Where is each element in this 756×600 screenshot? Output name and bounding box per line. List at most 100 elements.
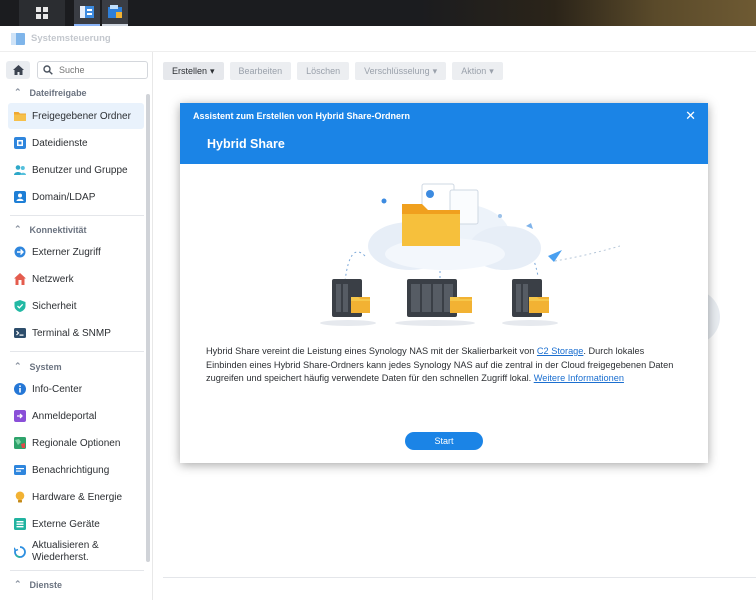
action-label: Aktion <box>461 66 487 76</box>
folder-icon <box>14 112 26 121</box>
section-label: Konnektivität <box>29 224 87 235</box>
chevron-up-icon: ⌃ <box>14 579 22 589</box>
edit-button[interactable]: Bearbeiten <box>229 62 292 80</box>
sidebar-item-info-center[interactable]: Info-Center <box>8 376 144 402</box>
control-panel-icon <box>11 32 25 45</box>
desc-text-1: Hybrid Share vereint die Leistung eines … <box>206 346 537 356</box>
sidebar-item-update-restore[interactable]: Aktualisieren & Wiederherst. <box>8 538 144 566</box>
section-label: System <box>29 361 62 372</box>
section-system[interactable]: ⌃ System <box>14 361 62 372</box>
delete-button[interactable]: Löschen <box>297 62 350 80</box>
taskbar-file-station-button[interactable] <box>102 0 128 26</box>
chevron-up-icon: ⌃ <box>14 361 22 371</box>
home-button[interactable] <box>6 61 30 79</box>
create-label: Erstellen <box>172 66 208 76</box>
file-station-icon <box>108 5 122 18</box>
control-panel-icon <box>80 6 94 18</box>
sidebar-item-regional-options[interactable]: Regionale Optionen <box>8 430 144 456</box>
divider <box>10 351 144 352</box>
search-input[interactable] <box>59 65 139 75</box>
network-icon <box>14 273 26 285</box>
hybrid-share-wizard-dialog: Assistent zum Erstellen von Hybrid Share… <box>180 103 708 463</box>
terminal-icon <box>14 328 26 338</box>
dialog-description: Hybrid Share vereint die Leistung eines … <box>206 345 686 386</box>
search-box[interactable] <box>37 61 148 79</box>
c2-storage-link[interactable]: C2 Storage <box>537 346 583 356</box>
sidebar-item-label: Anmeldeportal <box>32 410 97 422</box>
domain-icon <box>14 191 26 203</box>
sidebar-top <box>6 61 148 80</box>
divider <box>10 215 144 216</box>
chevron-up-icon: ⌃ <box>14 224 22 234</box>
edit-label: Bearbeiten <box>238 66 283 76</box>
home-icon <box>12 65 24 75</box>
sidebar-item-users-groups[interactable]: Benutzer und Gruppe <box>8 157 144 183</box>
caret-down-icon: ▾ <box>432 65 438 76</box>
sidebar-item-label: Domain/LDAP <box>32 191 96 203</box>
window-title: Systemsteuerung <box>31 33 111 44</box>
sidebar-item-file-services[interactable]: Dateidienste <box>8 130 144 156</box>
main-menu-icon <box>36 7 48 19</box>
update-icon <box>14 546 26 558</box>
sidebar-item-label: Externer Zugriff <box>32 246 101 258</box>
close-icon[interactable]: ✕ <box>685 109 696 122</box>
desktop-wallpaper <box>420 0 756 26</box>
hybrid-share-illustration <box>320 183 620 326</box>
action-button[interactable]: Aktion ▾ <box>452 62 503 80</box>
dialog-header: Assistent zum Erstellen von Hybrid Share… <box>180 103 708 164</box>
taskbar-control-panel-button[interactable] <box>74 0 100 26</box>
caret-down-icon: ▾ <box>210 65 215 76</box>
notification-icon <box>14 465 26 475</box>
sidebar-item-hardware-power[interactable]: Hardware & Energie <box>8 484 144 510</box>
region-icon <box>14 437 26 449</box>
file-services-icon <box>14 137 26 149</box>
main-menu-button[interactable] <box>19 0 65 26</box>
sidebar-item-security[interactable]: Sicherheit <box>8 293 144 319</box>
hardware-icon <box>15 491 25 503</box>
sidebar: ⌃ Dateifreigabe Freigegebener Ordner Dat… <box>0 52 153 600</box>
sidebar-item-label: Freigegebener Ordner <box>32 110 131 122</box>
sidebar-scrollbar[interactable] <box>146 94 150 562</box>
create-button[interactable]: Erstellen ▾ <box>163 62 224 80</box>
section-connectivity[interactable]: ⌃ Konnektivität <box>14 224 87 235</box>
label-line-2: Wiederherst. <box>32 552 89 563</box>
sidebar-item-label: Dateidienste <box>32 137 88 149</box>
encryption-button[interactable]: Verschlüsselung ▾ <box>355 62 447 80</box>
chevron-up-icon: ⌃ <box>14 87 22 97</box>
sidebar-item-network[interactable]: Netzwerk <box>8 266 144 292</box>
section-services[interactable]: ⌃ Dienste <box>14 579 62 590</box>
sidebar-item-label: Terminal & SNMP <box>32 327 111 339</box>
sidebar-item-label: Regionale Optionen <box>32 437 121 449</box>
external-devices-icon <box>14 518 26 530</box>
start-button[interactable]: Start <box>405 432 483 450</box>
sidebar-item-label: Externe Geräte <box>32 518 100 530</box>
sidebar-item-notification[interactable]: Benachrichtigung <box>8 457 144 483</box>
window-titlebar: Systemsteuerung <box>0 26 756 52</box>
sidebar-item-external-access[interactable]: Externer Zugriff <box>8 239 144 265</box>
label-line-1: Aktualisieren & <box>32 540 99 551</box>
sidebar-item-label: Aktualisieren & Wiederherst. <box>32 540 99 564</box>
encryption-label: Verschlüsselung <box>364 66 430 76</box>
sidebar-item-login-portal[interactable]: Anmeldeportal <box>8 403 144 429</box>
more-info-link[interactable]: Weitere Informationen <box>534 373 624 383</box>
section-file-sharing[interactable]: ⌃ Dateifreigabe <box>14 87 87 98</box>
sidebar-item-label: Sicherheit <box>32 300 77 312</box>
info-icon <box>14 383 26 395</box>
sidebar-item-external-devices[interactable]: Externe Geräte <box>8 511 144 537</box>
delete-label: Löschen <box>306 66 341 76</box>
dialog-heading: Hybrid Share <box>207 137 285 151</box>
login-portal-icon <box>14 410 26 422</box>
external-access-icon <box>14 246 26 258</box>
sidebar-item-terminal-snmp[interactable]: Terminal & SNMP <box>8 320 144 346</box>
divider <box>10 570 144 571</box>
search-icon <box>43 65 53 75</box>
sidebar-item-shared-folder[interactable]: Freigegebener Ordner <box>8 103 144 129</box>
section-label: Dienste <box>29 579 63 590</box>
caret-down-icon: ▾ <box>489 65 494 76</box>
sidebar-item-label: Info-Center <box>32 383 83 395</box>
toolbar: Erstellen ▾ Bearbeiten Löschen Verschlüss… <box>163 62 503 80</box>
sidebar-item-label: Benachrichtigung <box>32 464 110 476</box>
sidebar-item-domain-ldap[interactable]: Domain/LDAP <box>8 184 144 210</box>
section-label: Dateifreigabe <box>29 87 87 98</box>
divider <box>163 577 756 578</box>
